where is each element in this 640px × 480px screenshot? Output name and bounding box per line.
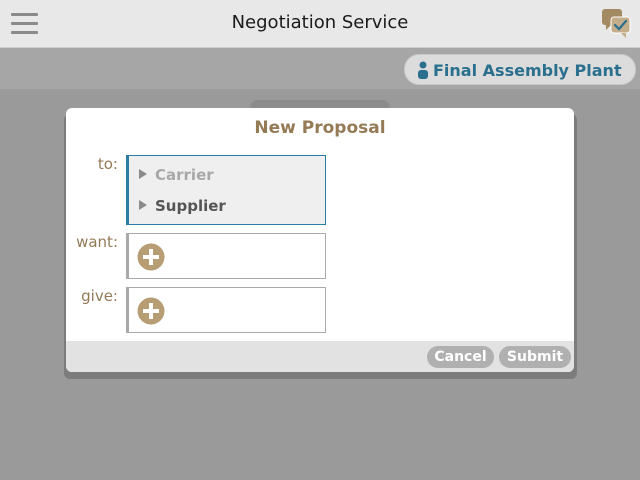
- app-title: Negotiation Service: [231, 12, 409, 33]
- user-badge[interactable]: Final Assembly Plant: [404, 54, 636, 85]
- dialog-title: New Proposal: [254, 118, 386, 138]
- expand-triangle-icon: [139, 200, 147, 210]
- give-label: give:: [81, 287, 118, 305]
- recipient-item-supplier[interactable]: Supplier: [139, 197, 226, 219]
- recipient-label: Supplier: [155, 197, 226, 215]
- recipient-label: Carrier: [155, 166, 214, 184]
- recipient-item-carrier[interactable]: Carrier: [139, 166, 214, 188]
- person-icon: [418, 61, 428, 79]
- want-label: want:: [76, 233, 118, 251]
- recipient-list: Carrier Supplier: [126, 155, 326, 225]
- new-proposal-dialog: New Proposal to: Carrier Supplier want: …: [66, 108, 574, 372]
- want-field: [126, 233, 326, 279]
- expand-triangle-icon: [139, 169, 147, 179]
- sub-bar: Final Assembly Plant: [0, 48, 640, 89]
- cancel-button[interactable]: Cancel: [427, 346, 494, 368]
- submit-button[interactable]: Submit: [499, 346, 571, 368]
- add-want-plus-icon[interactable]: [137, 243, 165, 271]
- chat-bubbles-check-icon[interactable]: [600, 7, 632, 39]
- to-label: to:: [97, 155, 118, 173]
- add-give-plus-icon[interactable]: [137, 297, 165, 325]
- dialog-footer: Cancel Submit: [66, 341, 574, 372]
- user-badge-label: Final Assembly Plant: [433, 61, 622, 80]
- give-field: [126, 287, 326, 333]
- app-header: Negotiation Service: [0, 0, 640, 48]
